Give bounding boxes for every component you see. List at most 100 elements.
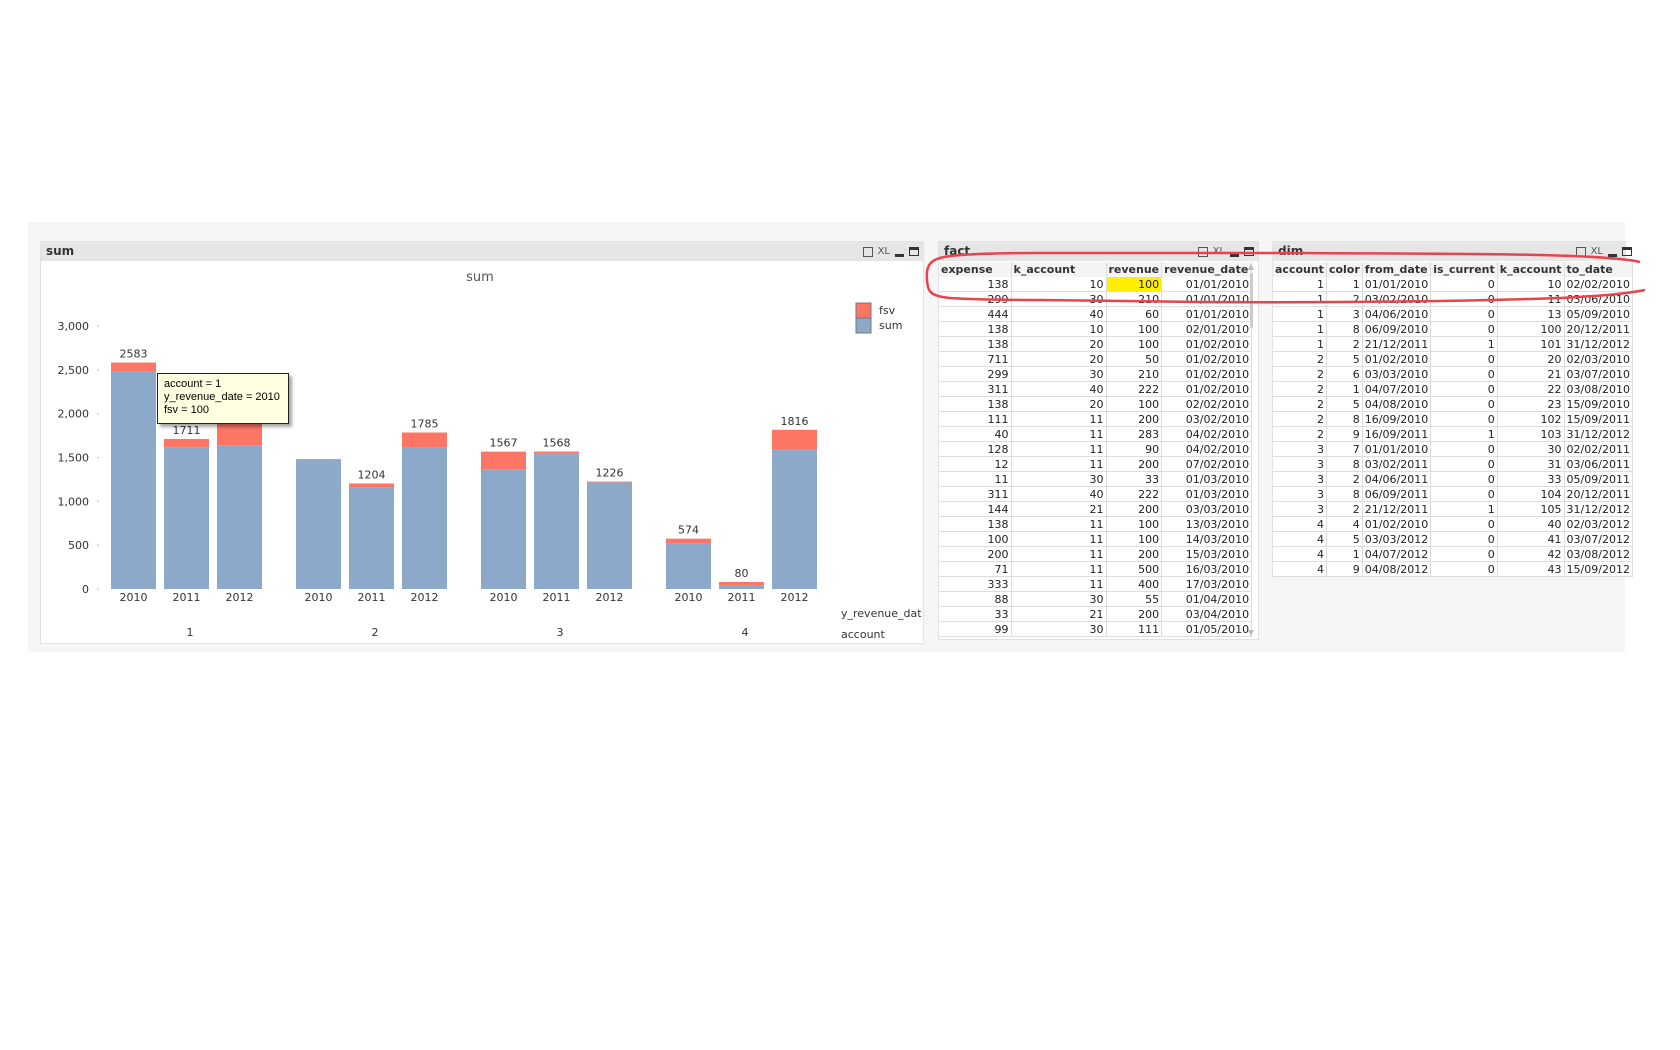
cell-color[interactable]: 8 bbox=[1326, 456, 1363, 472]
cell-is-current[interactable]: 1 bbox=[1430, 501, 1498, 517]
cell-revenue[interactable]: 100 bbox=[1106, 531, 1163, 547]
cell-revenue[interactable]: 90 bbox=[1106, 441, 1163, 457]
cell-account[interactable]: 1 bbox=[1273, 306, 1327, 322]
cell-revenue-date[interactable]: 14/03/2010 bbox=[1161, 531, 1253, 547]
cell-color[interactable]: 6 bbox=[1326, 366, 1363, 382]
cell-color[interactable]: 5 bbox=[1326, 396, 1363, 412]
table-row[interactable]: 4 1 04/07/2012 0 42 03/08/2012 bbox=[1273, 546, 1633, 562]
cell-revenue[interactable]: 111 bbox=[1106, 621, 1163, 637]
cell-revenue-date[interactable]: 01/02/2010 bbox=[1161, 381, 1253, 397]
cell-account[interactable]: 2 bbox=[1273, 381, 1327, 397]
cell-k-account[interactable]: 11 bbox=[1011, 561, 1107, 577]
cell-from-date[interactable]: 06/09/2011 bbox=[1362, 486, 1432, 502]
table-row[interactable]: 711 20 50 01/02/2010 bbox=[939, 351, 1253, 367]
table-row[interactable]: 12 11 200 07/02/2010 bbox=[939, 456, 1253, 472]
table-row[interactable]: 311 40 222 01/02/2010 bbox=[939, 381, 1253, 397]
cell-expense[interactable]: 311 bbox=[939, 486, 1012, 502]
cell-to-date[interactable]: 31/12/2012 bbox=[1564, 426, 1633, 442]
cell-revenue-date[interactable]: 01/03/2010 bbox=[1161, 471, 1253, 487]
cell-revenue-date[interactable]: 15/03/2010 bbox=[1161, 546, 1253, 562]
cell-to-date[interactable]: 03/06/2011 bbox=[1564, 456, 1633, 472]
cell-revenue[interactable]: 100 bbox=[1106, 396, 1163, 412]
table-row[interactable]: 2 1 04/07/2010 0 22 03/08/2010 bbox=[1273, 381, 1633, 397]
cell-color[interactable]: 8 bbox=[1326, 486, 1363, 502]
cell-expense[interactable]: 138 bbox=[939, 321, 1012, 337]
cell-expense[interactable]: 138 bbox=[939, 277, 1012, 292]
cell-k-account[interactable]: 23 bbox=[1497, 396, 1565, 412]
cell-color[interactable]: 3 bbox=[1326, 306, 1363, 322]
cell-account[interactable]: 1 bbox=[1273, 277, 1327, 292]
cell-k-account[interactable]: 40 bbox=[1011, 306, 1107, 322]
cell-color[interactable]: 5 bbox=[1326, 351, 1363, 367]
table-row[interactable]: 2 9 16/09/2011 1 103 31/12/2012 bbox=[1273, 426, 1633, 442]
cell-expense[interactable]: 33 bbox=[939, 606, 1012, 622]
cell-from-date[interactable]: 16/09/2010 bbox=[1362, 411, 1432, 427]
cell-from-date[interactable]: 04/08/2010 bbox=[1362, 396, 1432, 412]
cell-revenue-date[interactable]: 03/03/2010 bbox=[1161, 501, 1253, 517]
cell-revenue-date[interactable]: 01/02/2010 bbox=[1161, 351, 1253, 367]
cell-is-current[interactable]: 0 bbox=[1430, 277, 1498, 292]
cell-k-account[interactable]: 33 bbox=[1497, 471, 1565, 487]
cell-revenue-date[interactable]: 01/03/2010 bbox=[1161, 486, 1253, 502]
cell-revenue[interactable]: 500 bbox=[1106, 561, 1163, 577]
dim-table-panel[interactable]: dim XL account color from_date is_current k_… bbox=[1272, 241, 1633, 577]
cell-color[interactable]: 2 bbox=[1326, 291, 1363, 307]
cell-revenue[interactable]: 55 bbox=[1106, 591, 1163, 607]
cell-revenue[interactable]: 200 bbox=[1106, 411, 1163, 427]
cell-expense[interactable]: 200 bbox=[939, 546, 1012, 562]
cell-expense[interactable]: 333 bbox=[939, 576, 1012, 592]
cell-k-account[interactable]: 21 bbox=[1497, 366, 1565, 382]
table-row[interactable]: 138 20 100 02/02/2010 bbox=[939, 396, 1253, 412]
column-header-expense[interactable]: expense bbox=[939, 262, 1012, 277]
cell-revenue[interactable]: 283 bbox=[1106, 426, 1163, 442]
cell-to-date[interactable]: 03/07/2012 bbox=[1564, 531, 1633, 547]
table-row[interactable]: 138 20 100 01/02/2010 bbox=[939, 336, 1253, 352]
fact-panel-header[interactable]: fact XL bbox=[939, 242, 1258, 261]
cell-expense[interactable]: 111 bbox=[939, 411, 1012, 427]
cell-to-date[interactable]: 05/09/2010 bbox=[1564, 306, 1633, 322]
cell-k-account[interactable]: 40 bbox=[1497, 516, 1565, 532]
table-row[interactable]: 200 11 200 15/03/2010 bbox=[939, 546, 1253, 562]
cell-is-current[interactable]: 0 bbox=[1430, 456, 1498, 472]
table-row[interactable]: 138 10 100 02/01/2010 bbox=[939, 321, 1253, 337]
cell-k-account[interactable]: 40 bbox=[1011, 381, 1107, 397]
cell-account[interactable]: 1 bbox=[1273, 336, 1327, 352]
cell-revenue-date[interactable]: 03/02/2010 bbox=[1161, 411, 1253, 427]
dim-panel-header[interactable]: dim XL bbox=[1273, 242, 1632, 261]
cell-to-date[interactable]: 15/09/2012 bbox=[1564, 561, 1633, 577]
cell-account[interactable]: 3 bbox=[1273, 486, 1327, 502]
table-row[interactable]: 444 40 60 01/01/2010 bbox=[939, 306, 1253, 322]
cell-k-account[interactable]: 10 bbox=[1497, 277, 1565, 292]
table-row[interactable]: 138 10 100 01/01/2010 bbox=[939, 277, 1253, 292]
cell-revenue-date[interactable]: 01/01/2010 bbox=[1161, 291, 1253, 307]
table-row[interactable]: 111 11 200 03/02/2010 bbox=[939, 411, 1253, 427]
table-row[interactable]: 311 40 222 01/03/2010 bbox=[939, 486, 1253, 502]
table-row[interactable]: 3 8 06/09/2011 0 104 20/12/2011 bbox=[1273, 486, 1633, 502]
cell-revenue[interactable]: 222 bbox=[1106, 381, 1163, 397]
cell-from-date[interactable]: 04/08/2012 bbox=[1362, 561, 1432, 577]
table-row[interactable]: 4 5 03/03/2012 0 41 03/07/2012 bbox=[1273, 531, 1633, 547]
cell-account[interactable]: 3 bbox=[1273, 501, 1327, 517]
cell-is-current[interactable]: 0 bbox=[1430, 471, 1498, 487]
table-row[interactable]: 71 11 500 16/03/2010 bbox=[939, 561, 1253, 577]
cell-k-account[interactable]: 30 bbox=[1011, 291, 1107, 307]
cell-revenue[interactable]: 100 bbox=[1106, 321, 1163, 337]
cell-from-date[interactable]: 03/02/2011 bbox=[1362, 456, 1432, 472]
cell-revenue[interactable]: 210 bbox=[1106, 366, 1163, 382]
cell-k-account[interactable]: 10 bbox=[1011, 321, 1107, 337]
cell-color[interactable]: 8 bbox=[1326, 411, 1363, 427]
cell-is-current[interactable]: 0 bbox=[1430, 441, 1498, 457]
cell-expense[interactable]: 299 bbox=[939, 366, 1012, 382]
cell-revenue[interactable]: 200 bbox=[1106, 456, 1163, 472]
cell-is-current[interactable]: 0 bbox=[1430, 516, 1498, 532]
cell-revenue[interactable]: 210 bbox=[1106, 291, 1163, 307]
cell-revenue[interactable]: 400 bbox=[1106, 576, 1163, 592]
cell-from-date[interactable]: 03/03/2012 bbox=[1362, 531, 1432, 547]
cell-color[interactable]: 2 bbox=[1326, 471, 1363, 487]
table-row[interactable]: 99 30 111 01/05/2010 bbox=[939, 621, 1253, 637]
cell-from-date[interactable]: 16/09/2011 bbox=[1362, 426, 1432, 442]
cell-expense[interactable]: 711 bbox=[939, 351, 1012, 367]
cell-to-date[interactable]: 20/12/2011 bbox=[1564, 486, 1633, 502]
table-row[interactable]: 2 8 16/09/2010 0 102 15/09/2011 bbox=[1273, 411, 1633, 427]
cell-from-date[interactable]: 06/09/2010 bbox=[1362, 321, 1432, 337]
